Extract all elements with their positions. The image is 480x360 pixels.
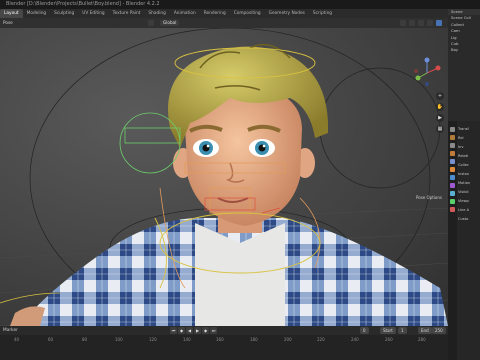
play-icon[interactable]: ▶: [194, 327, 201, 334]
ruler-tick: 220: [317, 337, 325, 342]
ruler-tick: 40: [14, 337, 20, 342]
particles-tab-icon[interactable]: [450, 183, 455, 188]
outliner-panel: Scene Scene Coll Collect Cam Lig Cub Boy: [448, 9, 480, 121]
navigation-tools: + ✋ ▶ ▦: [436, 92, 444, 133]
tab-animation[interactable]: Animation: [170, 9, 200, 18]
jump-start-icon[interactable]: ⏮: [170, 327, 177, 334]
tab-geometry-nodes[interactable]: Geometry Nodes: [265, 9, 309, 18]
scene-tab-icon[interactable]: [450, 151, 455, 156]
section-visibility[interactable]: Visibil: [458, 188, 480, 197]
start-label: Start: [380, 327, 396, 334]
transform-orientation-icon[interactable]: [148, 20, 154, 26]
play-reverse-icon[interactable]: ◀: [186, 327, 193, 334]
rendered-shading-icon[interactable]: [436, 20, 442, 26]
timeline-header: Marker ⏮ ◆ ◀ ▶ ◆ ⏭ 0 Start 1 End 250: [0, 326, 448, 335]
ruler-tick: 160: [216, 337, 224, 342]
section-inverse[interactable]: Inv: [458, 143, 480, 152]
scene-render: [0, 28, 448, 326]
tool-tab-icon[interactable]: [450, 127, 455, 132]
ruler-tick: 280: [418, 337, 426, 342]
mode-selector[interactable]: Pose: [3, 18, 13, 28]
transform-icons: [148, 20, 154, 26]
prev-keyframe-icon[interactable]: ◆: [178, 327, 185, 334]
ruler-tick: 240: [351, 337, 359, 342]
zoom-icon[interactable]: +: [436, 92, 444, 100]
tab-sculpting[interactable]: Sculpting: [50, 9, 78, 18]
shading-icons: [400, 20, 442, 26]
tab-modeling[interactable]: Modeling: [23, 9, 51, 18]
physics-tab-icon[interactable]: [450, 191, 455, 196]
section-viewport-display[interactable]: Viewp: [458, 197, 480, 206]
ruler-tick: 120: [149, 337, 157, 342]
tab-scripting[interactable]: Scripting: [309, 9, 336, 18]
ruler-tick: 140: [183, 337, 191, 342]
tab-shading[interactable]: Shading: [144, 9, 169, 18]
end-label: End: [418, 327, 432, 334]
timeline-ruler[interactable]: 40 60 80 100 120 140 160 180 200 220 240…: [0, 335, 448, 360]
tab-layout[interactable]: Layout: [0, 9, 23, 18]
pose-options-button[interactable]: Pose Options: [416, 195, 442, 200]
window-title: Blender [D:\Blender\Projects\Bullet\Boy.…: [6, 1, 160, 7]
navigation-gizmo[interactable]: [412, 56, 442, 90]
section-instancing[interactable]: Instan: [458, 170, 480, 179]
properties-sections: Transf Rel Inv Relati Collec Instan Moti…: [458, 125, 480, 224]
section-collections[interactable]: Collec: [458, 161, 480, 170]
modifier-tab-icon[interactable]: [450, 175, 455, 180]
playback-controls: ⏮ ◆ ◀ ▶ ◆ ⏭: [170, 327, 217, 334]
section-relations[interactable]: Rel: [458, 134, 480, 143]
next-keyframe-icon[interactable]: ◆: [202, 327, 209, 334]
grid-view-icon[interactable]: ▦: [436, 125, 444, 133]
properties-tabs: [448, 121, 457, 360]
ruler-tick: 80: [82, 337, 88, 342]
section-transform[interactable]: Transf: [458, 125, 480, 134]
material-tab-icon[interactable]: [450, 207, 455, 212]
tab-compositing[interactable]: Compositing: [230, 9, 265, 18]
camera-view-icon[interactable]: ▶: [436, 114, 444, 122]
viewport-header: Pose Global: [0, 18, 448, 28]
ruler-tick: 60: [48, 337, 54, 342]
pivot-dropdown[interactable]: Global: [160, 20, 180, 26]
ruler-tick: 200: [284, 337, 292, 342]
world-tab-icon[interactable]: [450, 159, 455, 164]
window-titlebar: Blender [D:\Blender\Projects\Bullet\Boy.…: [0, 0, 480, 9]
render-tab-icon[interactable]: [450, 135, 455, 140]
end-frame-field[interactable]: 250: [432, 327, 446, 334]
output-tab-icon[interactable]: [450, 143, 455, 148]
start-frame-field[interactable]: 1: [398, 327, 407, 334]
section-relations-2[interactable]: Relati: [458, 152, 480, 161]
section-line-art[interactable]: Line A: [458, 206, 480, 215]
tab-texture-paint[interactable]: Texture Paint: [109, 9, 145, 18]
xray-icon[interactable]: [409, 20, 415, 26]
section-custom-properties[interactable]: Custo: [458, 215, 480, 224]
object-tab-icon[interactable]: [450, 167, 455, 172]
axis-gizmo-icon[interactable]: [412, 56, 442, 90]
ruler-tick: 260: [385, 337, 393, 342]
section-motion-paths[interactable]: Motion: [458, 179, 480, 188]
tab-uv-editing[interactable]: UV Editing: [78, 9, 108, 18]
workspace-tabs: Layout Modeling Sculpting UV Editing Tex…: [0, 9, 448, 18]
ruler-tick: 100: [115, 337, 123, 342]
material-shading-icon[interactable]: [427, 20, 433, 26]
marker-menu[interactable]: Marker: [3, 326, 18, 335]
pan-icon[interactable]: ✋: [436, 103, 444, 111]
ruler-tick: 180: [250, 337, 258, 342]
data-tab-icon[interactable]: [450, 199, 455, 204]
solid-shading-icon[interactable]: [418, 20, 424, 26]
properties-panel: Transf Rel Inv Relati Collec Instan Moti…: [448, 121, 480, 360]
jump-end-icon[interactable]: ⏭: [210, 327, 217, 334]
outliner-item[interactable]: Boy: [448, 47, 480, 53]
tab-rendering[interactable]: Rendering: [200, 9, 230, 18]
current-frame-field[interactable]: 0: [360, 327, 369, 334]
3d-viewport[interactable]: + ✋ ▶ ▦ Pose Options: [0, 28, 448, 326]
overlay-icon[interactable]: [400, 20, 406, 26]
